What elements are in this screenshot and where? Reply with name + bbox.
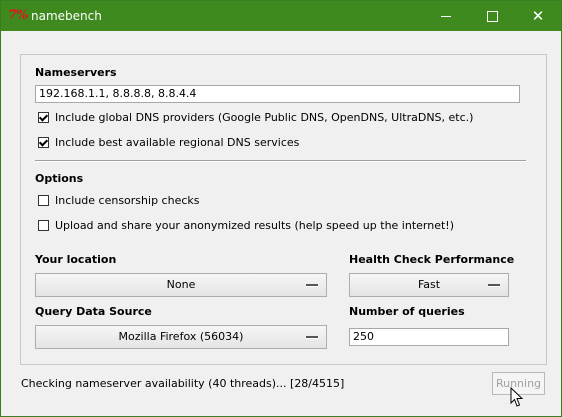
health-selected: Fast [417, 278, 441, 291]
minimize-icon [441, 15, 451, 17]
include-regional-label: Include best available regional DNS serv… [55, 136, 300, 149]
dropdown-arrow-icon [306, 336, 318, 339]
app-window: 7% namebench ✕ Nameservers 192.168.1.1, … [0, 0, 562, 417]
censorship-label: Include censorship checks [55, 194, 200, 207]
health-dropdown[interactable]: Fast [349, 273, 509, 297]
censorship-checkbox[interactable] [38, 195, 49, 206]
query-source-heading: Query Data Source [35, 305, 152, 318]
nameservers-input[interactable]: 192.168.1.1, 8.8.8.8, 8.8.4.4 [35, 85, 520, 103]
include-regional-checkbox[interactable] [38, 137, 49, 148]
dropdown-arrow-icon [306, 284, 318, 287]
maximize-icon [486, 10, 498, 22]
include-global-label: Include global DNS providers (Google Pub… [55, 111, 474, 124]
mouse-cursor-icon [510, 387, 524, 407]
settings-panel: Nameservers 192.168.1.1, 8.8.8.8, 8.8.4.… [20, 54, 547, 365]
status-text: Checking nameserver availability (40 thr… [21, 377, 345, 390]
queries-input[interactable]: 250 [349, 328, 509, 346]
location-heading: Your location [35, 253, 117, 266]
title-bar[interactable]: 7% namebench ✕ [1, 1, 561, 31]
namebench-app-icon: 7% [8, 8, 28, 23]
window-title: namebench [31, 9, 102, 23]
health-heading: Health Check Performance [349, 253, 515, 266]
upload-results-label: Upload and share your anonymized results… [55, 219, 454, 232]
upload-results-checkbox[interactable] [38, 220, 49, 231]
dropdown-arrow-icon [488, 284, 500, 287]
location-dropdown[interactable]: None [35, 273, 327, 297]
minimize-button[interactable] [423, 1, 469, 31]
query-source-dropdown[interactable]: Mozilla Firefox (56034) [35, 325, 327, 349]
query-source-selected: Mozilla Firefox (56034) [118, 330, 244, 343]
section-divider [35, 160, 526, 162]
nameservers-heading: Nameservers [35, 66, 117, 79]
options-heading: Options [35, 172, 84, 185]
queries-heading: Number of queries [349, 305, 465, 318]
close-icon: ✕ [531, 6, 545, 25]
include-global-checkbox[interactable] [38, 112, 49, 123]
maximize-button[interactable] [469, 1, 515, 31]
location-selected: None [166, 278, 196, 291]
close-button[interactable]: ✕ [515, 1, 561, 31]
